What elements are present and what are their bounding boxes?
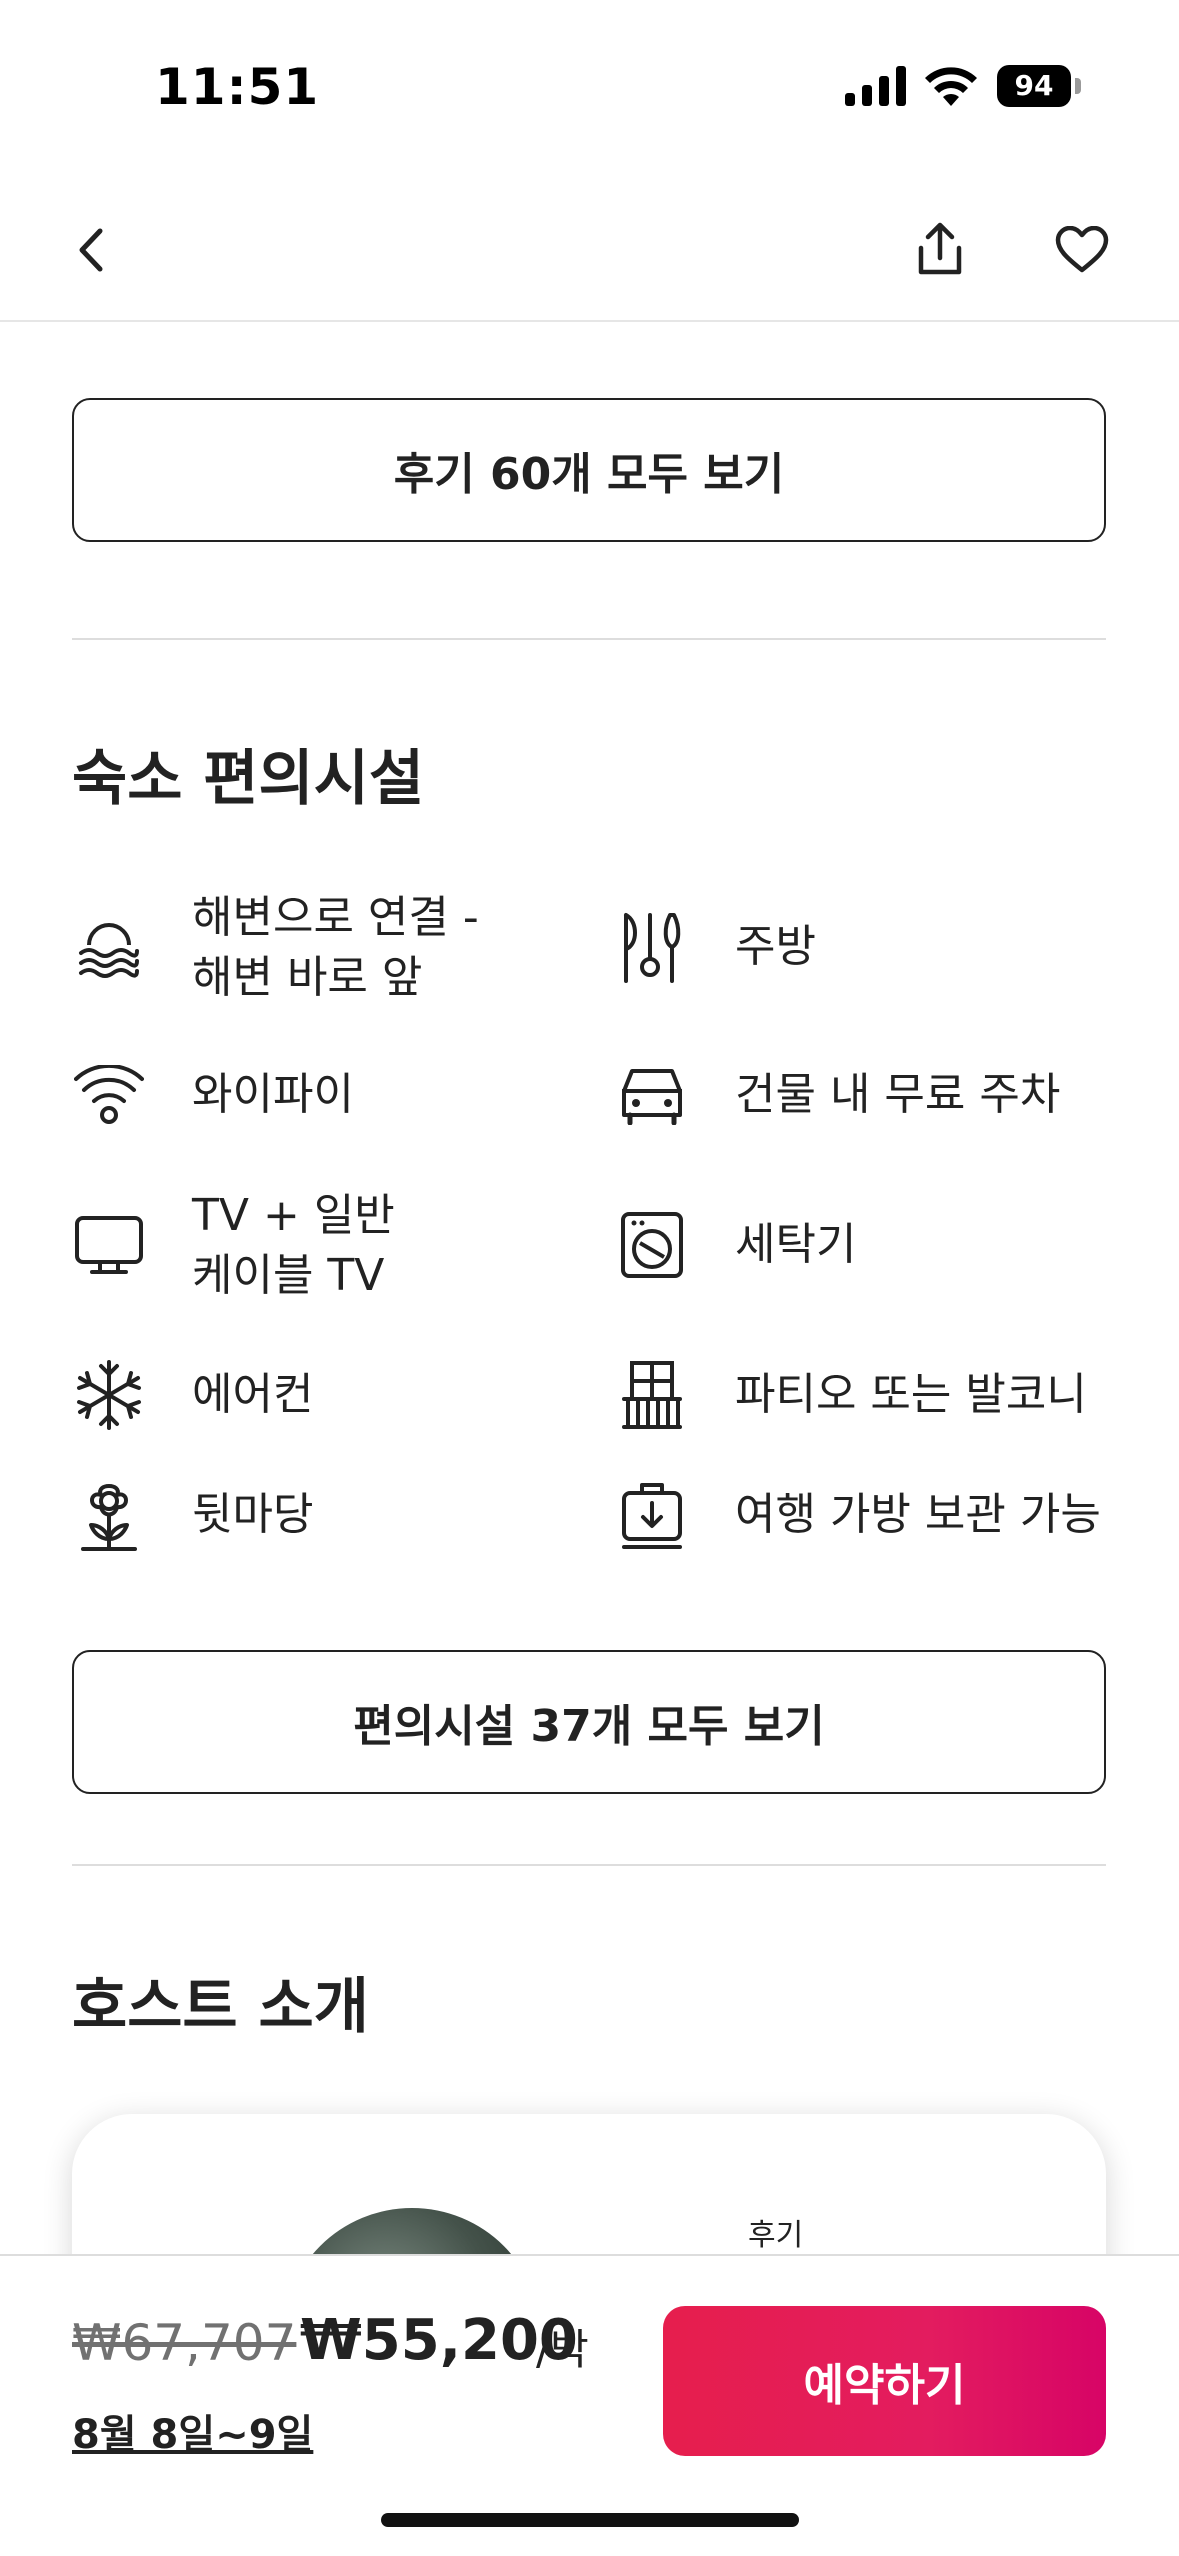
amenity-label: 에어컨 — [192, 1369, 314, 1420]
per-night-label: /박 — [536, 2325, 589, 2374]
amenity-wifi: 와이파이 — [72, 1058, 354, 1132]
amenity-label: 해변으로 연결 - 해변 바로 앞 — [192, 892, 479, 1003]
amenity-luggage: 여행 가방 보관 가능 — [615, 1478, 1101, 1552]
show-all-reviews-button[interactable]: 후기 60개 모두 보기 — [72, 398, 1106, 542]
amenity-label: TV + 일반 케이블 TV — [192, 1190, 395, 1301]
favorite-button[interactable] — [1042, 210, 1122, 290]
amenity-kitchen: 주방 — [615, 910, 816, 984]
amenity-tv: TV + 일반 케이블 TV — [72, 1190, 395, 1301]
booking-footer: ₩67,707 ₩55,200 /박 8월 8일~9일 예약하기 — [0, 2254, 1179, 2556]
nav-bar — [0, 160, 1179, 322]
amenity-beach: 해변으로 연결 - 해변 바로 앞 — [72, 892, 479, 1003]
amenity-ac: 에어컨 — [72, 1358, 313, 1432]
divider — [72, 1864, 1106, 1866]
status-bar: 11:51 94 — [0, 0, 1179, 160]
divider — [72, 638, 1106, 640]
heart-icon — [1055, 226, 1109, 273]
back-button[interactable] — [52, 210, 132, 290]
wifi-icon — [74, 1065, 144, 1124]
home-indicator — [381, 2513, 799, 2527]
host-reviews-label: 후기 — [748, 2218, 804, 2253]
share-button[interactable] — [900, 210, 980, 290]
status-time: 11:51 — [155, 58, 320, 116]
amenity-parking: 건물 내 무료 주차 — [615, 1058, 1060, 1132]
kitchen-utensils-icon — [624, 913, 681, 983]
beach-waves-icon — [79, 923, 139, 978]
amenity-balcony: 파티오 또는 발코니 — [615, 1358, 1087, 1432]
booking-dates-link[interactable]: 8월 8일~9일 — [72, 2402, 313, 2460]
cellular-signal-icon — [845, 66, 906, 106]
amenity-label: 파티오 또는 발코니 — [735, 1369, 1087, 1420]
host-section-title: 호스트 소개 — [72, 1972, 369, 2042]
chevron-left-icon — [79, 228, 103, 272]
amenities-title: 숙소 편의시설 — [72, 744, 425, 814]
amenity-backyard: 뒷마당 — [72, 1478, 313, 1552]
amenity-label: 와이파이 — [192, 1069, 354, 1120]
flower-icon — [81, 1484, 137, 1551]
wifi-status-icon — [925, 67, 977, 106]
battery-level: 94 — [997, 65, 1071, 107]
amenity-label: 여행 가방 보관 가능 — [735, 1489, 1101, 1540]
luggage-icon — [622, 1483, 682, 1549]
amenity-washer: 세탁기 — [615, 1208, 856, 1282]
battery-icon: 94 — [997, 65, 1081, 107]
tv-icon — [75, 1216, 143, 1274]
car-icon — [622, 1069, 682, 1125]
reserve-button[interactable]: 예약하기 — [663, 2306, 1106, 2456]
amenity-label: 세탁기 — [735, 1219, 857, 1270]
washer-icon — [621, 1212, 683, 1278]
snowflake-icon — [77, 1360, 141, 1430]
amenity-label: 건물 내 무료 주차 — [735, 1069, 1061, 1120]
balcony-icon — [622, 1361, 682, 1429]
amenity-label: 뒷마당 — [192, 1489, 314, 1540]
amenity-label: 주방 — [735, 921, 816, 972]
share-icon — [918, 222, 962, 275]
original-price: ₩67,707 — [72, 2314, 297, 2372]
show-all-amenities-button[interactable]: 편의시설 37개 모두 보기 — [72, 1650, 1106, 1794]
